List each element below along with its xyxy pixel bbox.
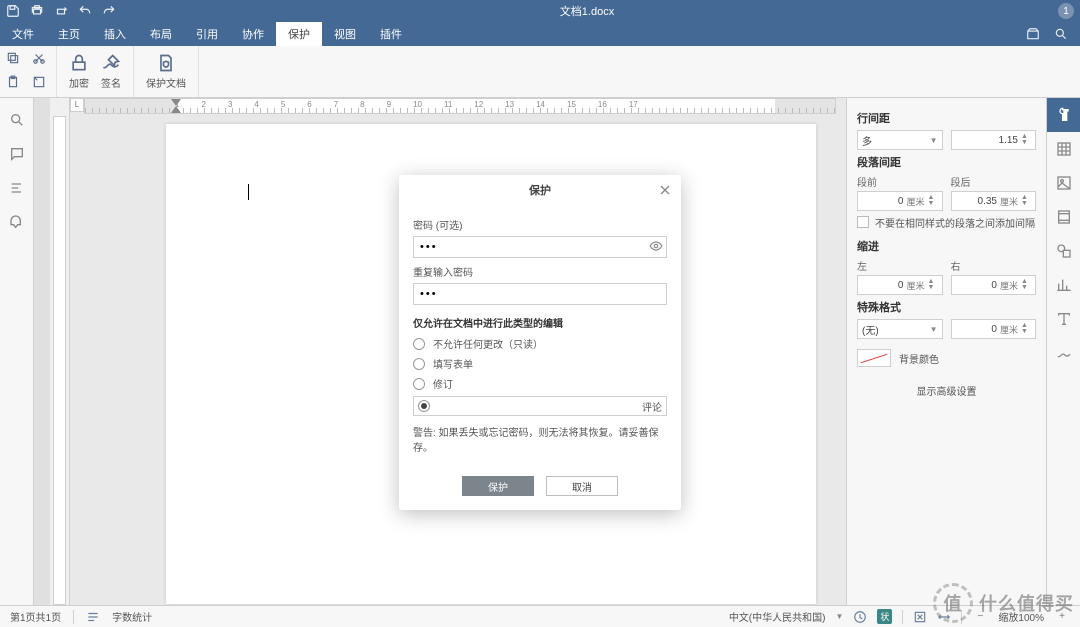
protect-dialog: 保护 密码 (可选) 重复输入密码 仅允许在文档中进行此类型的编辑 不允许任何更… — [399, 175, 681, 510]
protect-button[interactable]: 保护 — [462, 476, 534, 496]
password-input[interactable] — [413, 236, 667, 258]
editing-section-title: 仅允许在文档中进行此类型的编辑 — [413, 315, 667, 330]
option-comment[interactable]: 评论 — [413, 396, 667, 416]
cancel-button[interactable]: 取消 — [546, 476, 618, 496]
close-icon[interactable] — [657, 182, 673, 198]
modal-overlay: 保护 密码 (可选) 重复输入密码 仅允许在文档中进行此类型的编辑 不允许任何更… — [0, 0, 1080, 627]
password-repeat-label: 重复输入密码 — [413, 264, 667, 279]
password-repeat-input[interactable] — [413, 283, 667, 305]
option-track[interactable]: 修订 — [413, 376, 667, 391]
warning-text: 警告: 如果丢失或忘记密码，则无法将其恢复。请妥善保存。 — [413, 424, 667, 454]
option-forms[interactable]: 填写表单 — [413, 356, 667, 371]
dialog-title: 保护 — [529, 182, 551, 198]
option-readonly[interactable]: 不允许任何更改（只读） — [413, 336, 667, 351]
password-label: 密码 (可选) — [413, 217, 667, 232]
eye-icon[interactable] — [649, 239, 663, 253]
